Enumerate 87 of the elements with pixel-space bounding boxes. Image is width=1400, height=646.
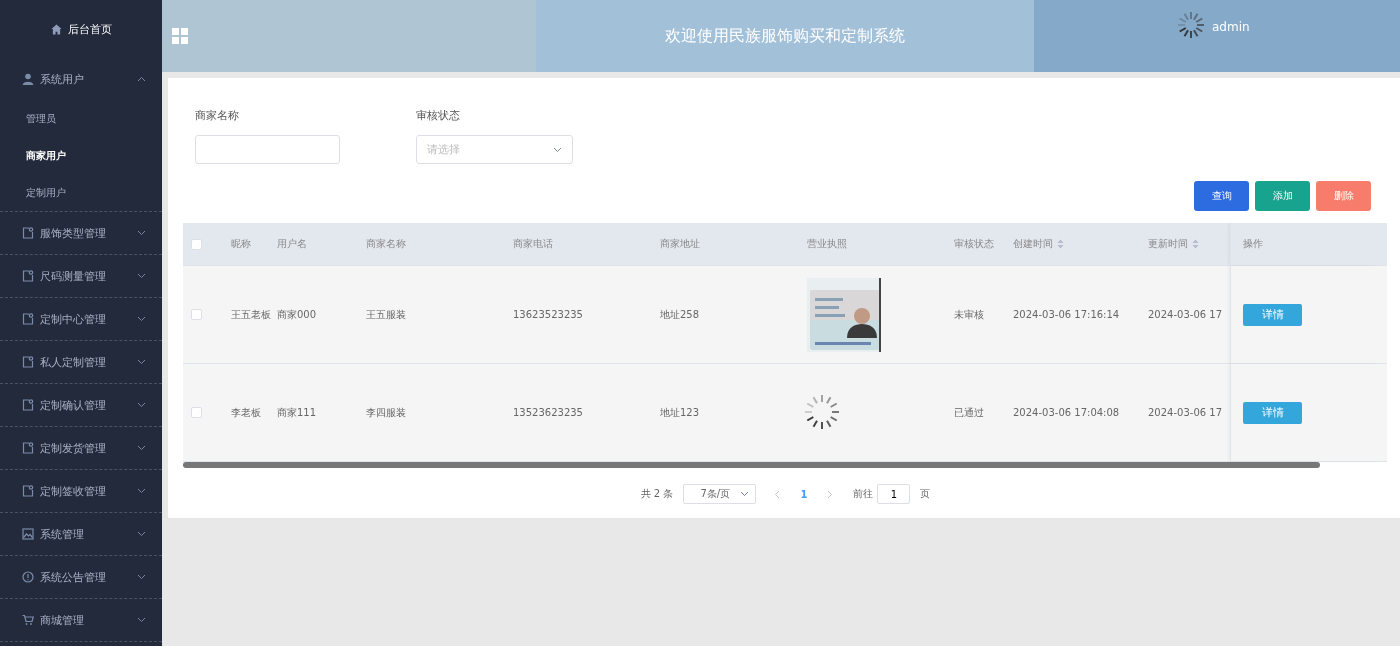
submenu-item[interactable]: 管理员 — [0, 100, 162, 137]
page-input[interactable]: 1 — [877, 484, 911, 504]
document-icon — [22, 227, 34, 239]
chevron-down-icon — [137, 402, 146, 408]
column-header: 用户名 — [277, 237, 307, 251]
sort-icon[interactable] — [1192, 239, 1199, 249]
submenu-item[interactable]: 定制用户 — [0, 174, 162, 211]
checkbox[interactable] — [191, 309, 202, 320]
table-cell: 商家000 — [277, 307, 317, 322]
page-unit-label: 页 — [920, 487, 931, 501]
table-cell: 2024-03-06 17:16:14 — [1013, 309, 1120, 320]
submenu-item[interactable]: 商家用户 — [0, 137, 162, 174]
chevron-down-icon — [553, 146, 562, 153]
chevron-up-icon — [137, 76, 146, 82]
menu-item[interactable]: 定制确认管理 — [0, 384, 162, 426]
chevron-down-icon — [137, 273, 146, 279]
table-cell: 王五老板 — [231, 307, 271, 322]
avatar-icon — [1176, 10, 1206, 40]
loading-spinner-icon — [803, 392, 841, 431]
input-field[interactable] — [195, 135, 340, 164]
menu-item[interactable]: 商城管理 — [0, 599, 162, 641]
chevron-down-icon — [740, 491, 750, 497]
table-cell: 2024-03-06 17 — [1148, 407, 1223, 418]
cart-icon — [22, 614, 34, 626]
menu-item[interactable]: 系统公告管理 — [0, 556, 162, 598]
column-header: 审核状态 — [954, 237, 994, 251]
page-title: 欢迎使用民族服饰购买和定制系统 — [665, 25, 905, 47]
table-cell: 2024-03-06 17:04:08 — [1013, 407, 1120, 418]
chevron-down-icon — [137, 316, 146, 322]
table-cell: 13523623235 — [513, 407, 583, 418]
chevron-down-icon — [137, 574, 146, 580]
previous-page-icon[interactable] — [774, 489, 781, 499]
checkbox[interactable] — [191, 407, 202, 418]
document-icon — [22, 356, 34, 368]
table-cell: 13623523235 — [513, 309, 583, 320]
document-icon — [22, 485, 34, 497]
user-icon — [22, 73, 34, 85]
menu-item[interactable]: 定制发货管理 — [0, 427, 162, 469]
column-header: 营业执照 — [807, 237, 847, 251]
table-cell: 已通过 — [954, 405, 984, 420]
column-header: 更新时间 — [1148, 237, 1188, 251]
home-icon — [50, 23, 62, 35]
document-icon — [22, 442, 34, 454]
total-count: 共 2 条 — [640, 487, 674, 501]
page-size-select[interactable]: 7条/页 — [683, 484, 757, 504]
document-icon — [22, 270, 34, 282]
column-header: 昵称 — [231, 237, 251, 251]
menu-item[interactable]: 定制签收管理 — [0, 470, 162, 512]
table-cell: 2024-03-06 17 — [1148, 309, 1223, 320]
menu-item[interactable]: 系统管理 — [0, 513, 162, 555]
filter-label: 商家名称 — [195, 108, 240, 123]
scrollbar[interactable] — [183, 462, 1320, 468]
table-cell: 地址123 — [660, 405, 700, 420]
column-header: 创建时间 — [1013, 237, 1053, 251]
chevron-down-icon — [137, 359, 146, 365]
menu-item[interactable]: 系统用户 — [0, 58, 162, 100]
chevron-down-icon — [137, 488, 146, 494]
chevron-down-icon — [137, 531, 146, 537]
column-header: 商家名称 — [366, 237, 406, 251]
menu-item[interactable]: 尺码测量管理 — [0, 255, 162, 297]
menu-item[interactable]: 服饰类型管理 — [0, 212, 162, 254]
column-header: 商家地址 — [660, 237, 700, 251]
menu-grid-icon[interactable] — [172, 28, 188, 44]
image-icon — [22, 528, 34, 540]
next-page-icon[interactable] — [827, 489, 834, 499]
table-cell: 未审核 — [954, 307, 984, 322]
table-cell: 李四服装 — [366, 405, 406, 420]
sort-icon[interactable] — [1057, 239, 1064, 249]
table-cell: 地址258 — [660, 307, 700, 322]
table-cell: 王五服装 — [366, 307, 406, 322]
table-cell: 商家111 — [277, 405, 317, 420]
filter-label: 审核状态 — [416, 108, 461, 123]
info-icon — [22, 571, 34, 583]
column-header: 商家电话 — [513, 237, 553, 251]
menu-item[interactable]: 私人定制管理 — [0, 341, 162, 383]
document-icon — [22, 313, 34, 325]
chevron-down-icon — [137, 445, 146, 451]
action-button[interactable]: 查询 — [1194, 181, 1249, 211]
menu-item[interactable]: 定制中心管理 — [0, 298, 162, 340]
table-cell: 李老板 — [231, 405, 261, 420]
checkbox[interactable] — [191, 238, 202, 250]
home-menu-item[interactable]: 后台首页 — [0, 0, 162, 58]
goto-label: 前往 — [853, 487, 874, 501]
chevron-down-icon — [137, 617, 146, 623]
column-header: 操作 — [1243, 237, 1263, 251]
chevron-down-icon — [137, 230, 146, 236]
document-icon — [22, 399, 34, 411]
